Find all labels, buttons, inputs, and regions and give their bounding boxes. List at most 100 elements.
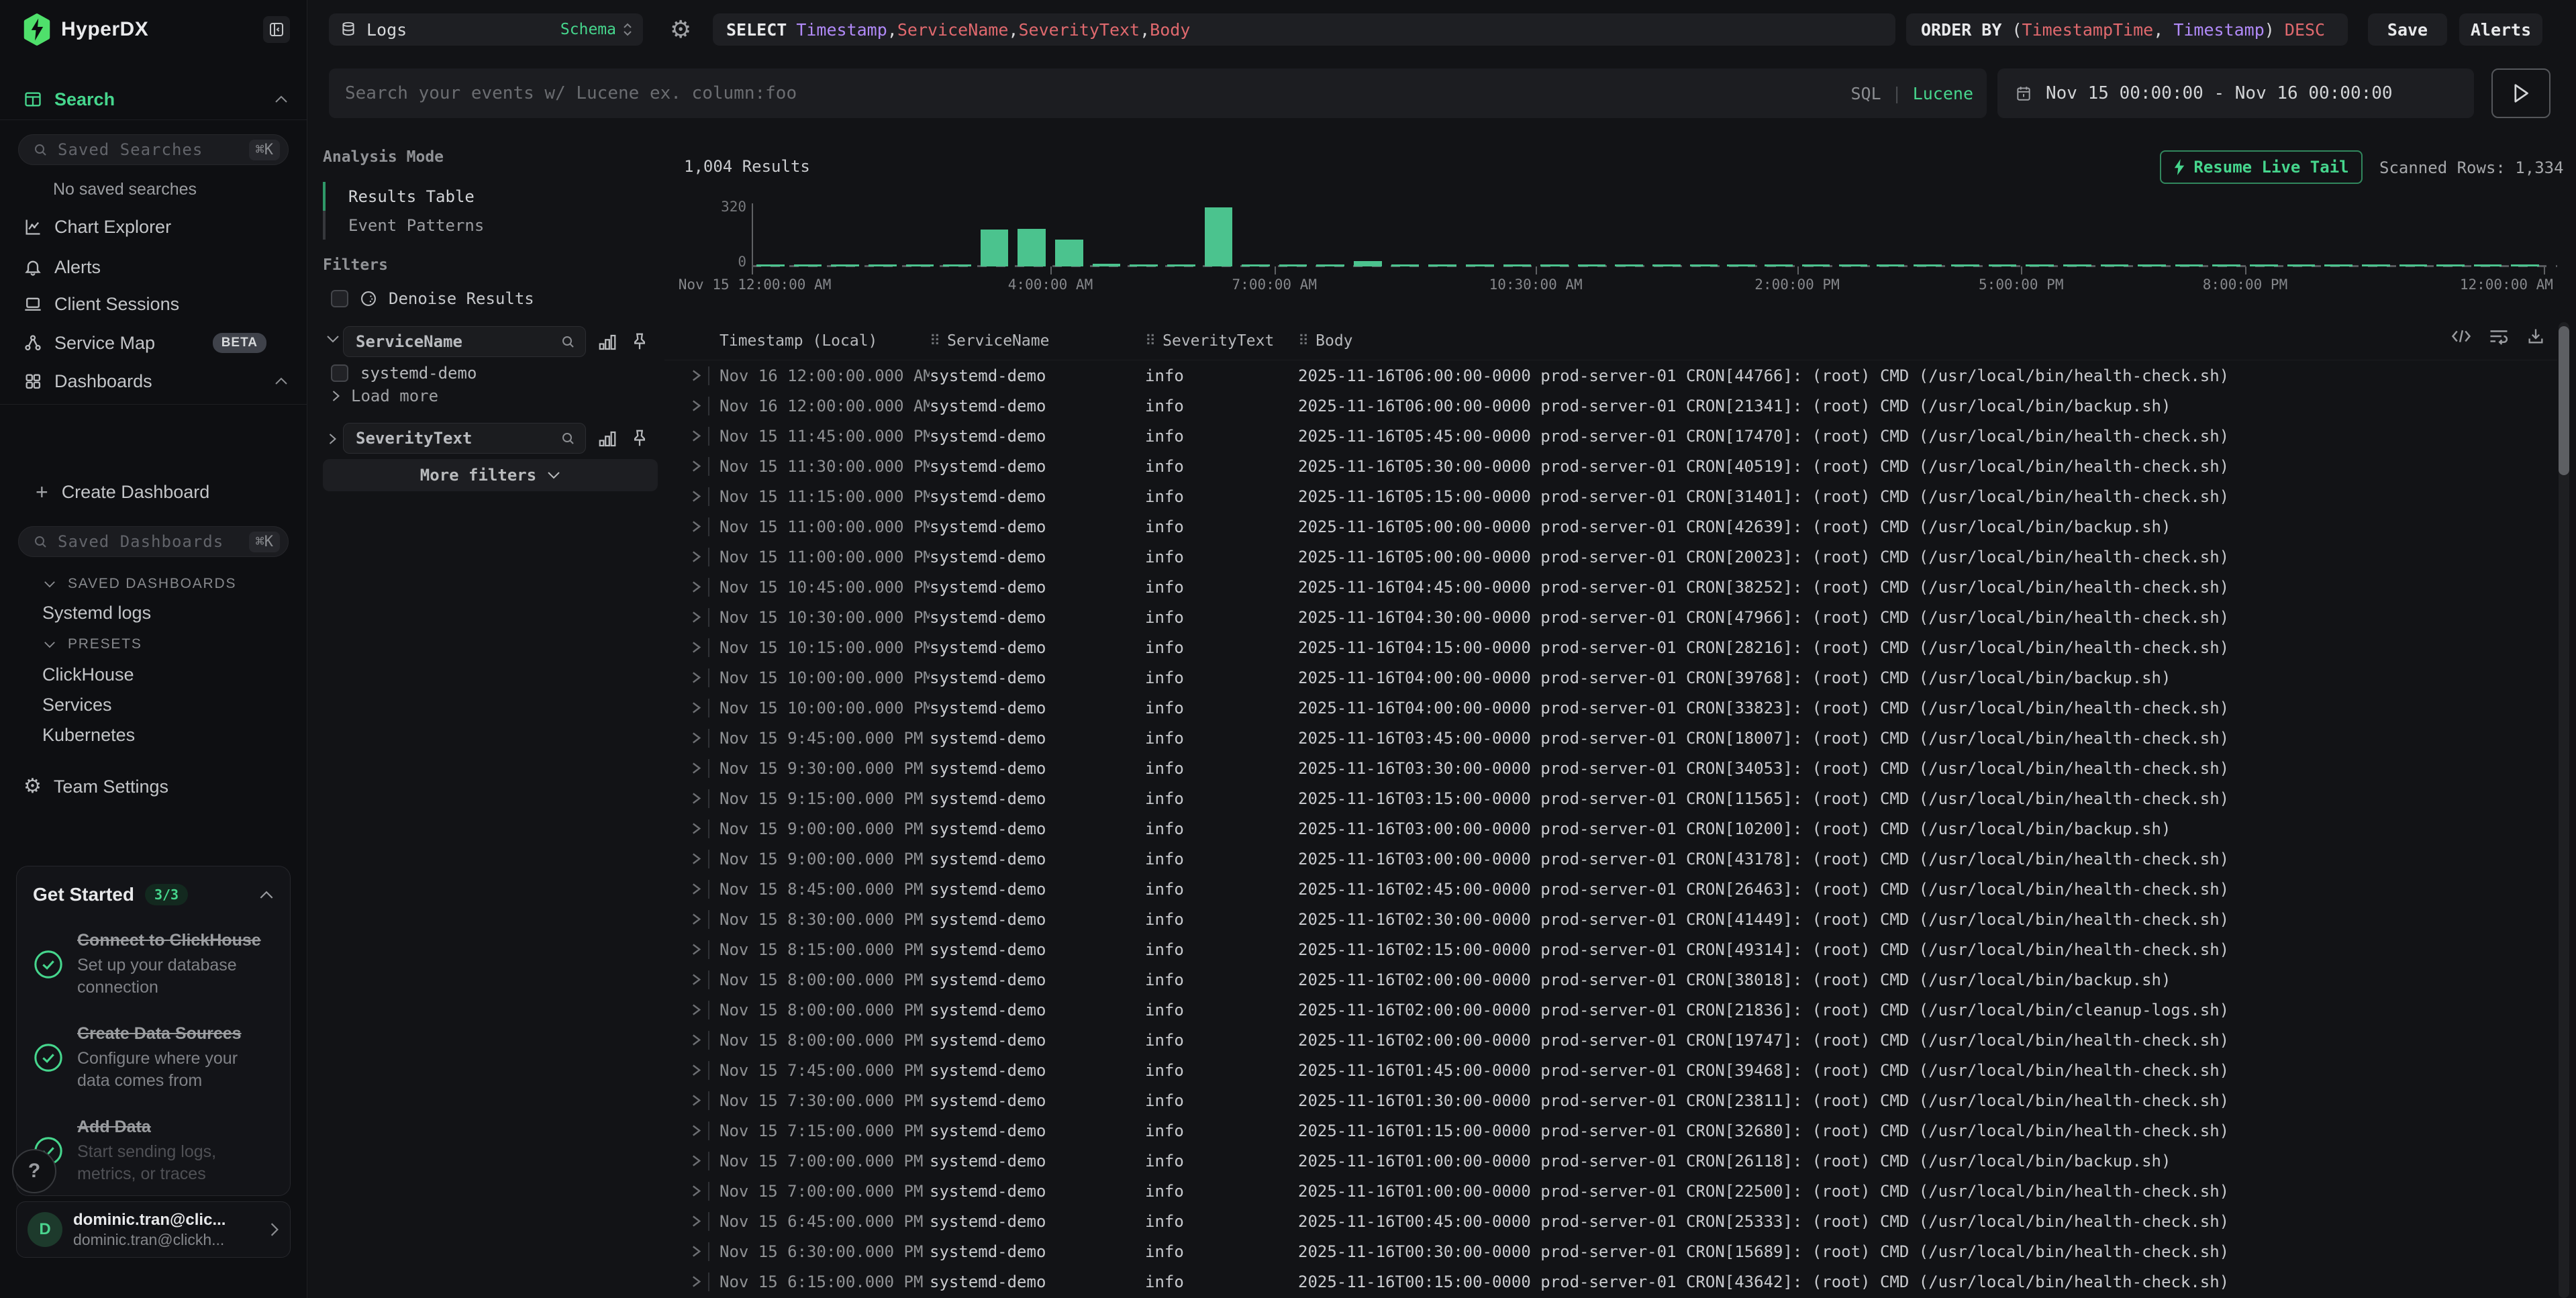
row-expand-icon[interactable]	[691, 792, 708, 805]
source-settings-gear-icon[interactable]: ⚙	[670, 17, 691, 42]
sidebar-item-alerts[interactable]: Alerts	[0, 255, 307, 279]
table-row[interactable]: Nov 15 10:45:00.000 PM systemd-demo info…	[664, 572, 2557, 602]
row-expand-icon[interactable]	[691, 581, 708, 593]
sidebar-item-service-map[interactable]: Service Map BETA	[0, 331, 307, 355]
sidebar-item-search[interactable]: Search	[0, 87, 307, 111]
histogram-bar[interactable]	[2324, 264, 2352, 266]
histogram-bar[interactable]	[2175, 264, 2203, 266]
row-expand-icon[interactable]	[691, 973, 708, 986]
histogram-bar[interactable]	[1540, 264, 1569, 266]
column-header-severitytext[interactable]: ⠿SeverityText	[1145, 332, 1298, 350]
collapse-sidebar-icon[interactable]	[263, 16, 290, 43]
denoise-checkbox[interactable]	[331, 290, 348, 307]
table-row[interactable]: Nov 15 9:30:00.000 PM systemd-demo info …	[664, 753, 2557, 783]
table-row[interactable]: Nov 15 11:45:00.000 PM systemd-demo info…	[664, 421, 2557, 451]
table-row[interactable]: Nov 15 11:30:00.000 PM systemd-demo info…	[664, 451, 2557, 481]
histogram-bar[interactable]	[2287, 264, 2316, 266]
table-row[interactable]: Nov 15 10:00:00.000 PM systemd-demo info…	[664, 693, 2557, 723]
histogram-bar[interactable]	[1690, 264, 1718, 266]
table-row[interactable]: Nov 15 8:30:00.000 PM systemd-demo info …	[664, 904, 2557, 934]
table-row[interactable]: Nov 15 9:45:00.000 PM systemd-demo info …	[664, 723, 2557, 753]
alerts-button[interactable]: Alerts	[2459, 13, 2542, 46]
row-expand-icon[interactable]	[691, 611, 708, 623]
systemd-demo-checkbox[interactable]	[331, 364, 348, 382]
histogram-bar[interactable]	[1503, 264, 1532, 266]
row-expand-icon[interactable]	[691, 1124, 708, 1137]
row-expand-icon[interactable]	[691, 430, 708, 442]
row-expand-icon[interactable]	[691, 460, 708, 472]
chevron-down-icon[interactable]	[326, 335, 340, 343]
histogram-bar[interactable]	[2212, 264, 2240, 266]
save-button[interactable]: Save	[2368, 13, 2447, 46]
mode-event-patterns[interactable]: Event Patterns	[348, 216, 484, 235]
table-row[interactable]: Nov 15 8:00:00.000 PM systemd-demo info …	[664, 964, 2557, 995]
histogram-bar[interactable]	[1242, 264, 1270, 266]
histogram-bar[interactable]	[1354, 261, 1382, 266]
filter-group-servicename[interactable]: ServiceName	[343, 326, 586, 357]
histogram-bar[interactable]	[1018, 229, 1046, 266]
row-expand-icon[interactable]	[691, 490, 708, 503]
histogram-bar[interactable]	[2063, 264, 2091, 266]
row-expand-icon[interactable]	[691, 1275, 708, 1288]
table-row[interactable]: Nov 15 7:00:00.000 PM systemd-demo info …	[664, 1146, 2557, 1176]
histogram-bar[interactable]	[1914, 264, 1942, 266]
column-header-body[interactable]: ⠿Body	[1298, 332, 2557, 350]
table-row[interactable]: Nov 15 9:00:00.000 PM systemd-demo info …	[664, 813, 2557, 844]
histogram-bar[interactable]	[794, 264, 822, 266]
sidebar-item-chart-explorer[interactable]: Chart Explorer	[0, 215, 307, 239]
row-expand-icon[interactable]	[691, 641, 708, 654]
table-row[interactable]: Nov 15 11:00:00.000 PM systemd-demo info…	[664, 511, 2557, 542]
time-range-picker[interactable]: Nov 15 00:00:00 - Nov 16 00:00:00	[1997, 68, 2474, 118]
histogram-bar[interactable]	[1727, 264, 1755, 266]
sql-query-editor[interactable]: SELECT Timestamp,ServiceName,SeverityTex…	[713, 13, 1895, 46]
histogram-bar[interactable]	[1989, 264, 2017, 266]
get-started-item[interactable]: Create Data Sources Configure where your…	[33, 1023, 274, 1092]
histogram-bar[interactable]	[869, 264, 897, 266]
table-row[interactable]: Nov 15 8:00:00.000 PM systemd-demo info …	[664, 995, 2557, 1025]
row-expand-icon[interactable]	[691, 520, 708, 533]
histogram-bar[interactable]	[1615, 264, 1643, 266]
mode-sql[interactable]: SQL	[1850, 84, 1881, 103]
sidebar-item-services[interactable]: Services	[42, 695, 112, 715]
chevron-right-icon[interactable]	[328, 432, 337, 446]
row-expand-icon[interactable]	[691, 1245, 708, 1258]
column-header-servicename[interactable]: ⠿ServiceName	[930, 332, 1145, 350]
table-row[interactable]: Nov 15 11:00:00.000 PM systemd-demo info…	[664, 542, 2557, 572]
sidebar-item-clickhouse[interactable]: ClickHouse	[42, 664, 134, 685]
pin-icon[interactable]	[630, 428, 650, 448]
histogram-bar[interactable]	[1093, 264, 1121, 266]
table-row[interactable]: Nov 15 10:15:00.000 PM systemd-demo info…	[664, 632, 2557, 662]
histogram-bar[interactable]	[1205, 207, 1233, 266]
table-row[interactable]: Nov 15 8:15:00.000 PM systemd-demo info …	[664, 934, 2557, 964]
table-row[interactable]: Nov 15 6:45:00.000 PM systemd-demo info …	[664, 1206, 2557, 1236]
chevron-up-icon[interactable]	[275, 377, 288, 385]
saved-dashboards-input[interactable]: Saved Dashboards ⌘K	[18, 526, 289, 557]
histogram-bar[interactable]	[1279, 264, 1307, 266]
histogram-bar[interactable]	[1839, 264, 1867, 266]
filter-value-row[interactable]: systemd-demo	[331, 364, 477, 383]
search-input[interactable]	[329, 68, 1987, 118]
row-expand-icon[interactable]	[691, 732, 708, 744]
histogram-bar[interactable]	[2362, 264, 2390, 266]
row-expand-icon[interactable]	[691, 671, 708, 684]
code-icon[interactable]	[2451, 328, 2471, 345]
row-expand-icon[interactable]	[691, 701, 708, 714]
histogram-bar[interactable]	[756, 264, 785, 266]
section-presets[interactable]: PRESETS	[44, 636, 142, 652]
histogram-bar[interactable]	[2511, 264, 2539, 266]
histogram-bar[interactable]	[2138, 264, 2166, 266]
denoise-results-row[interactable]: Denoise Results	[331, 289, 534, 308]
mode-lucene[interactable]: Lucene	[1913, 84, 1973, 103]
row-expand-icon[interactable]	[691, 1034, 708, 1046]
row-expand-icon[interactable]	[691, 550, 708, 563]
histogram-bar[interactable]	[1391, 264, 1420, 266]
histogram-bar[interactable]	[2101, 264, 2129, 266]
order-by-editor[interactable]: ORDER BY (TimestampTime, Timestamp) DESC	[1906, 13, 2348, 46]
bar-chart-icon[interactable]	[597, 429, 617, 449]
row-expand-icon[interactable]	[691, 1154, 708, 1167]
table-row[interactable]: Nov 15 10:30:00.000 PM systemd-demo info…	[664, 602, 2557, 632]
mode-results-table[interactable]: Results Table	[348, 187, 475, 206]
create-dashboard-button[interactable]: + Create Dashboard	[0, 480, 307, 504]
row-expand-icon[interactable]	[691, 883, 708, 895]
row-expand-icon[interactable]	[691, 1064, 708, 1077]
